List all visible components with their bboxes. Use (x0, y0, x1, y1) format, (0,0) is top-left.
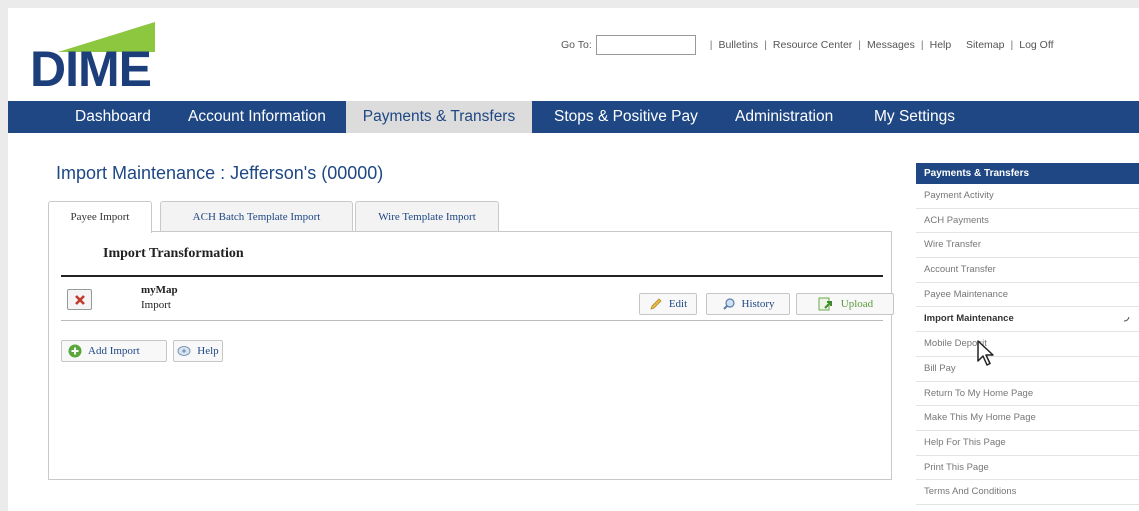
logo-text: DIME (30, 41, 152, 97)
sidebar-item-wire-transfer[interactable]: Wire Transfer (916, 233, 1139, 259)
edit-label: Edit (668, 298, 688, 310)
main-nav: Dashboard Account Information Payments &… (8, 101, 1139, 133)
history-button[interactable]: History (706, 293, 790, 315)
import-name: myMap (141, 284, 178, 296)
sidebar-item-account-transfer[interactable]: Account Transfer (916, 258, 1139, 283)
upload-button[interactable]: Upload (796, 293, 894, 315)
import-type: Import (141, 299, 171, 311)
sidebar-item-return-home[interactable]: Return To My Home Page (916, 382, 1139, 407)
divider: | (764, 39, 767, 51)
magnifier-icon (722, 298, 735, 310)
history-label: History (741, 298, 775, 310)
mouse-cursor-icon (977, 340, 994, 366)
app-frame: DIME Go To: | Bulletins | Resource Cente… (8, 8, 1139, 511)
help-link[interactable]: Help (930, 39, 952, 51)
nav-administration[interactable]: Administration (735, 101, 833, 133)
divider: | (920, 39, 924, 51)
pencil-icon (650, 298, 662, 310)
section-title: Import Transformation (103, 246, 244, 261)
upload-icon (818, 297, 832, 311)
sidebar-item-label: Import Maintenance (924, 313, 1014, 325)
add-icon (68, 344, 82, 358)
add-import-button[interactable]: Add Import (61, 340, 167, 362)
sidebar-item-import-maintenance[interactable]: Import Maintenance (916, 307, 1139, 333)
add-import-label: Add Import (88, 345, 140, 357)
tab-payee-import[interactable]: Payee Import (48, 201, 152, 233)
log-off-link[interactable]: Log Off (1019, 39, 1053, 51)
sidebar-item-mobile-deposit[interactable]: Mobile Deposit (916, 332, 1139, 357)
spacer: | (957, 39, 960, 51)
nav-payments-transfers[interactable]: Payments & Transfers (346, 101, 532, 133)
arrow-icon (1123, 317, 1130, 322)
nav-dashboard[interactable]: Dashboard (75, 101, 151, 133)
row-rule (61, 320, 883, 321)
sidebar: Payments & Transfers Payment Activity AC… (916, 163, 1139, 505)
nav-my-settings[interactable]: My Settings (874, 101, 955, 133)
sidebar-item-ach-payments[interactable]: ACH Payments (916, 209, 1139, 234)
sidebar-item-payment-activity[interactable]: Payment Activity (916, 184, 1139, 209)
help-icon (177, 346, 191, 356)
messages-link[interactable]: Messages (867, 39, 915, 51)
sidebar-item-bill-pay[interactable]: Bill Pay (916, 357, 1139, 382)
sidebar-item-payee-maintenance[interactable]: Payee Maintenance (916, 283, 1139, 308)
sidebar-item-print-page[interactable]: Print This Page (916, 456, 1139, 481)
top-utility-bar: Go To: | Bulletins | Resource Center | M… (561, 35, 1053, 55)
sitemap-link[interactable]: Sitemap (966, 39, 1005, 51)
sidebar-title: Payments & Transfers (916, 163, 1139, 184)
tab-wire-template-import[interactable]: Wire Template Import (355, 201, 499, 232)
goto-label: Go To: (561, 39, 592, 51)
sidebar-item-terms[interactable]: Terms And Conditions (916, 480, 1139, 505)
section-rule (61, 275, 883, 277)
delete-x-icon (74, 294, 85, 305)
nav-account-information[interactable]: Account Information (188, 101, 326, 133)
tab-ach-batch-template-import[interactable]: ACH Batch Template Import (160, 201, 353, 232)
sidebar-item-help-page[interactable]: Help For This Page (916, 431, 1139, 456)
nav-stops-positive-pay[interactable]: Stops & Positive Pay (554, 101, 698, 133)
help-button[interactable]: Help (173, 340, 223, 362)
page-title: Import Maintenance : Jefferson's (00000) (56, 163, 384, 183)
import-panel: Import Transformation myMap Import Edit … (48, 231, 894, 480)
resource-center-link[interactable]: Resource Center (773, 39, 852, 51)
sidebar-item-make-home[interactable]: Make This My Home Page (916, 406, 1139, 431)
help-label: Help (197, 345, 219, 357)
upload-label: Upload (840, 298, 874, 310)
edit-button[interactable]: Edit (639, 293, 697, 315)
bulletins-link[interactable]: Bulletins (718, 39, 758, 51)
divider: | (858, 39, 862, 51)
goto-input[interactable] (595, 35, 696, 55)
dime-logo[interactable]: DIME (30, 16, 180, 97)
divider: | (709, 39, 713, 51)
delete-button[interactable] (67, 289, 92, 310)
divider: | (1010, 39, 1014, 51)
